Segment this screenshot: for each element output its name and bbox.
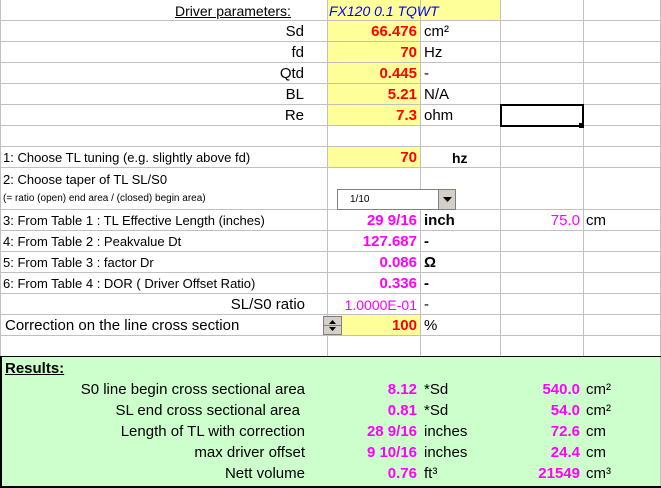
result-u1-offset: inches bbox=[424, 444, 468, 461]
step6-label: 6: From Table 4 : DOR ( Driver Offset Ra… bbox=[3, 276, 256, 291]
tuning-unit: hz bbox=[452, 150, 468, 166]
correction-spinner[interactable] bbox=[323, 316, 342, 335]
result-label-sl: SL end cross sectional area bbox=[115, 402, 300, 419]
param-value-bl[interactable]: 5.21 bbox=[330, 85, 417, 105]
step2-note: (= ratio (open) end area / (closed) begi… bbox=[3, 193, 206, 204]
factor-dr-unit: Ω bbox=[424, 254, 437, 271]
result-v1-length: 28 9/16 bbox=[366, 423, 417, 440]
result-v2-sl: 54.0 bbox=[550, 402, 580, 419]
step3-label: 3: From Table 1 : TL Effective Length (i… bbox=[3, 213, 265, 228]
result-u2-s0: cm² bbox=[586, 381, 611, 398]
dor-value: 0.336 bbox=[379, 275, 417, 292]
result-v1-s0: 8.12 bbox=[387, 381, 417, 398]
effective-length-cm-unit: cm bbox=[586, 212, 606, 229]
ratio-value: 1.0000E-01 bbox=[344, 297, 417, 313]
fill-handle[interactable] bbox=[579, 123, 584, 128]
peakvalue-dt: 127.687 bbox=[362, 233, 417, 250]
peakvalue-unit: - bbox=[424, 233, 429, 250]
factor-dr: 0.086 bbox=[379, 254, 417, 271]
chevron-down-icon[interactable] bbox=[438, 190, 455, 209]
param-label-sd: Sd bbox=[285, 23, 304, 40]
result-u1-volume: ft³ bbox=[424, 465, 438, 482]
effective-length-cm: 75.0 bbox=[550, 212, 580, 229]
correction-unit: % bbox=[424, 317, 438, 334]
selected-cell[interactable] bbox=[500, 104, 584, 127]
taper-select[interactable]: 1/10 bbox=[337, 189, 456, 210]
result-label-length: Length of TL with correction bbox=[120, 423, 305, 440]
result-v1-sl: 0.81 bbox=[387, 402, 417, 419]
step5-label: 5: From Table 3 : factor Dr bbox=[3, 255, 154, 270]
param-unit-bl: N/A bbox=[424, 86, 450, 103]
result-v2-offset: 24.4 bbox=[550, 444, 580, 461]
dor-unit: - bbox=[424, 275, 429, 292]
result-u1-length: inches bbox=[424, 423, 468, 440]
effective-length-inch: 29 9/16 bbox=[366, 212, 417, 229]
param-value-sd[interactable]: 66.476 bbox=[330, 22, 417, 42]
result-u2-sl: cm² bbox=[586, 402, 611, 419]
driver-params-heading: Driver parameters: bbox=[175, 3, 291, 19]
param-unit-re: ohm bbox=[424, 107, 454, 124]
param-unit-fd: Hz bbox=[424, 44, 443, 61]
correction-label: Correction on the line cross section bbox=[5, 317, 240, 334]
correction-input[interactable]: 100 bbox=[345, 316, 417, 336]
result-v2-volume: 21549 bbox=[538, 465, 580, 482]
result-label-volume: Nett volume bbox=[224, 465, 305, 482]
effective-length-unit: inch bbox=[424, 212, 455, 229]
result-v1-offset: 9 10/16 bbox=[366, 444, 417, 461]
tuning-input[interactable]: 70 bbox=[330, 148, 417, 168]
result-v1-volume: 0.76 bbox=[387, 465, 417, 482]
result-u2-volume: cm³ bbox=[586, 465, 611, 482]
param-label-qtd: Qtd bbox=[279, 65, 304, 82]
result-u1-s0: *Sd bbox=[424, 381, 449, 398]
step1-label: 1: Choose TL tuning (e.g. slightly above… bbox=[3, 150, 251, 165]
param-label-bl: BL bbox=[285, 86, 304, 103]
param-unit-qtd: - bbox=[424, 65, 429, 82]
result-u1-sl: *Sd bbox=[424, 402, 449, 419]
ratio-unit: - bbox=[424, 296, 429, 313]
param-value-fd[interactable]: 70 bbox=[330, 43, 417, 63]
param-value-re[interactable]: 7.3 bbox=[330, 106, 417, 126]
step2-label: 2: Choose taper of TL SL/S0 bbox=[3, 172, 168, 187]
result-label-s0: S0 line begin cross sectional area bbox=[80, 381, 305, 398]
param-label-fd: fd bbox=[291, 44, 304, 61]
taper-select-value: 1/10 bbox=[350, 194, 370, 205]
result-label-offset: max driver offset bbox=[194, 444, 305, 461]
results-heading: Results: bbox=[5, 360, 65, 377]
result-u2-offset: cm bbox=[586, 444, 606, 461]
param-value-qtd[interactable]: 0.445 bbox=[330, 64, 417, 84]
ratio-label: SL/S0 ratio bbox=[230, 296, 305, 313]
param-unit-sd: cm² bbox=[424, 23, 449, 40]
result-u2-length: cm bbox=[586, 423, 606, 440]
param-label-re: Re bbox=[284, 107, 304, 124]
spinner-arrows-icon[interactable] bbox=[324, 317, 341, 334]
result-v2-length: 72.6 bbox=[550, 423, 580, 440]
driver-model[interactable]: FX120 0.1 TQWT bbox=[329, 1, 499, 21]
result-v2-s0: 540.0 bbox=[542, 381, 580, 398]
step4-label: 4: From Table 2 : Peakvalue Dt bbox=[3, 234, 182, 249]
